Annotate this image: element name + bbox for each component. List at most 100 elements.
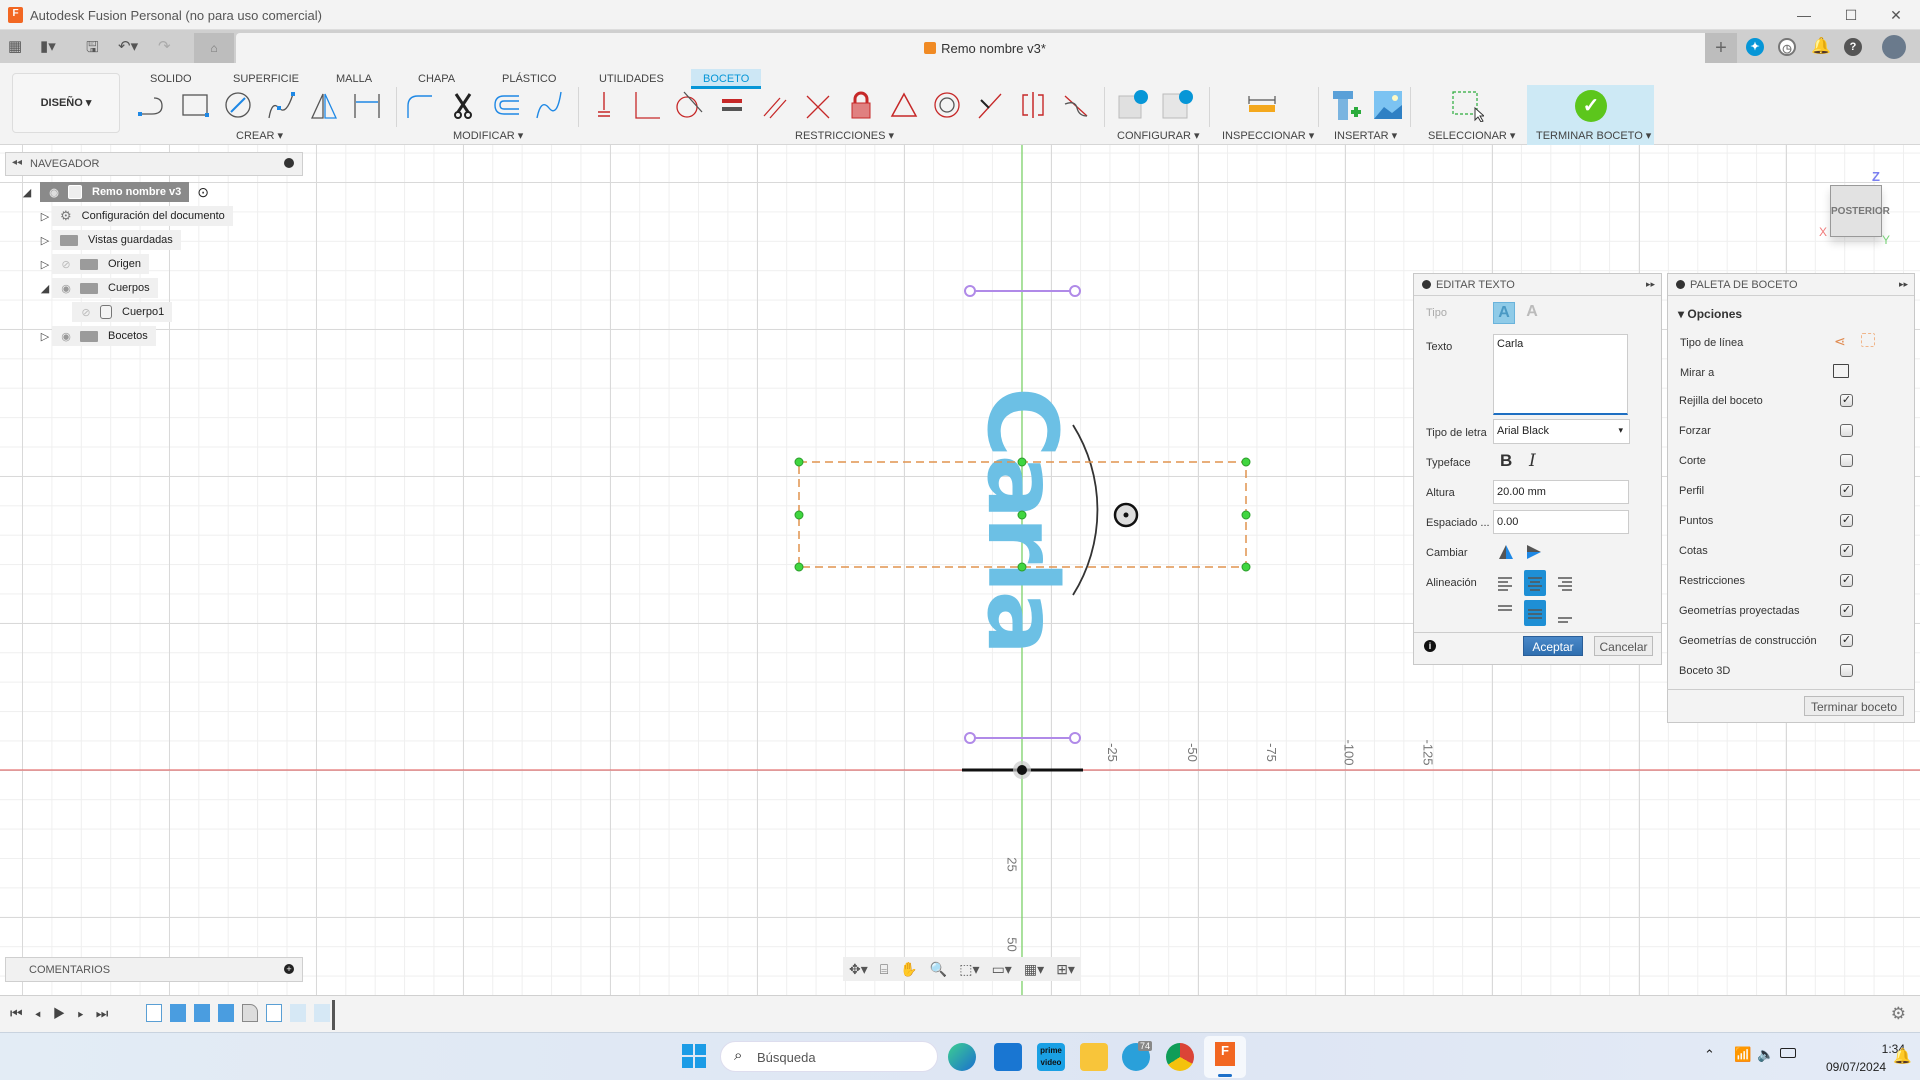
terminar-boceto-menu[interactable]: TERMINAR BOCETO ▾	[1536, 129, 1651, 142]
palette-option-checkbox[interactable]: ✓	[1840, 604, 1853, 617]
chrome-icon[interactable]	[1166, 1043, 1194, 1071]
tree-item[interactable]: ⊘ Cuerpo1	[72, 301, 320, 323]
height-input[interactable]	[1493, 480, 1629, 504]
hidden-eye-icon[interactable]: ⊘	[76, 306, 96, 319]
flip-horizontal-icon[interactable]	[1498, 544, 1514, 563]
step-forward-icon[interactable]: ▸	[77, 1005, 95, 1021]
grid-settings-icon[interactable]: ▦▾	[1024, 961, 1044, 978]
sketch-scale-icon[interactable]	[532, 88, 566, 122]
tab-solido[interactable]: SOLIDO	[138, 69, 204, 89]
expand-toggle-icon[interactable]: ▷	[38, 234, 52, 247]
timeline-suppressed-icon[interactable]	[290, 1004, 306, 1022]
timeline-suppressed-icon[interactable]	[314, 1004, 330, 1022]
line-tool-icon[interactable]	[135, 88, 169, 122]
tree-item[interactable]: ▷ ⊘ Origen	[38, 253, 320, 275]
wifi-icon[interactable]: 📶	[1734, 1046, 1751, 1063]
user-avatar[interactable]	[1882, 35, 1906, 59]
mail-icon[interactable]	[994, 1043, 1022, 1071]
align-top-button[interactable]	[1494, 600, 1516, 626]
timeline-sketch-icon[interactable]	[146, 1004, 162, 1022]
file-explorer-icon[interactable]	[1080, 1043, 1108, 1071]
spacing-input[interactable]	[1493, 510, 1629, 534]
font-select[interactable]: Arial Black ▾	[1493, 419, 1630, 444]
taskbar-search[interactable]: ⌕ Búsqueda	[720, 1041, 938, 1072]
align-bottom-button[interactable]	[1554, 600, 1576, 626]
look-at-icon[interactable]: ⌸	[880, 961, 888, 978]
cancel-button[interactable]: Cancelar	[1594, 636, 1653, 656]
rectangle-tool-icon[interactable]	[178, 88, 212, 122]
mirror-tool-icon[interactable]	[307, 88, 341, 122]
panel-collapse-icon[interactable]	[1676, 280, 1685, 289]
seleccionar-menu[interactable]: SELECCIONAR ▾	[1428, 129, 1515, 142]
hidden-eye-icon[interactable]: ⊘	[56, 258, 76, 271]
align-middle-button[interactable]	[1524, 600, 1546, 626]
tree-item[interactable]: ◢ ◉ Cuerpos	[38, 277, 320, 299]
palette-option-checkbox[interactable]: ✓	[1840, 514, 1853, 527]
parallel-constraint-icon[interactable]	[758, 88, 792, 122]
expand-toggle-icon[interactable]: ▷	[38, 330, 52, 343]
look-at-icon[interactable]	[1833, 364, 1849, 378]
align-right-button[interactable]	[1554, 570, 1576, 596]
home-tab-icon[interactable]: ⌂	[194, 33, 234, 63]
display-settings-icon[interactable]: ▭▾	[992, 961, 1012, 978]
spline-tool-icon[interactable]	[264, 88, 298, 122]
equal-constraint-icon[interactable]	[715, 88, 749, 122]
expand-panel-icon[interactable]: ▸▸	[1646, 279, 1655, 290]
expand-toggle-icon[interactable]: ◢	[38, 282, 52, 295]
go-to-end-icon[interactable]: ⏭	[96, 1005, 121, 1021]
palette-option-checkbox[interactable]: ✓	[1840, 394, 1853, 407]
extensions-icon[interactable]: ✦	[1746, 38, 1764, 56]
viewports-icon[interactable]: ⊞▾	[1056, 961, 1075, 978]
fix-constraint-icon[interactable]	[587, 88, 621, 122]
restricciones-menu[interactable]: RESTRICCIONES ▾	[795, 129, 894, 142]
options-section-toggle[interactable]: ▾ Opciones	[1678, 307, 1742, 321]
modificar-menu[interactable]: MODIFICAR ▾	[453, 129, 523, 142]
fusion-taskbar-button[interactable]: F	[1204, 1036, 1246, 1078]
notifications-bell-icon[interactable]: 🔔	[1811, 38, 1831, 56]
redo-icon[interactable]: ↷	[158, 37, 171, 55]
curvature-constraint-icon[interactable]	[1059, 88, 1093, 122]
timeline-fillet-icon[interactable]	[242, 1004, 258, 1022]
expand-toggle-icon[interactable]: ◢	[20, 186, 34, 199]
timeline-marker[interactable]	[332, 1000, 335, 1030]
align-center-button[interactable]	[1524, 570, 1546, 596]
measure-ruler-icon[interactable]	[1245, 88, 1279, 122]
expand-panel-icon[interactable]: ▸▸	[1899, 279, 1908, 290]
parameters-icon[interactable]	[1116, 88, 1150, 122]
new-tab-button[interactable]: +	[1705, 33, 1737, 63]
tab-superficie[interactable]: SUPERFICIE	[221, 69, 311, 89]
inspeccionar-menu[interactable]: INSPECCIONAR ▾	[1222, 129, 1314, 142]
text-type-path-button[interactable]: A	[1521, 302, 1543, 324]
play-icon[interactable]: ▶	[53, 1005, 78, 1021]
visibility-eye-icon[interactable]: ◉	[56, 282, 76, 295]
perpendicular-constraint-icon[interactable]	[801, 88, 835, 122]
edge-browser-icon[interactable]	[948, 1043, 976, 1071]
palette-option-checkbox[interactable]: ✓	[1840, 484, 1853, 497]
offset-tool-icon[interactable]	[489, 88, 523, 122]
construction-line-type-icon[interactable]: ⋖	[1834, 333, 1846, 350]
trim-scissors-icon[interactable]	[446, 88, 480, 122]
prime-video-icon[interactable]: prime video	[1037, 1043, 1065, 1071]
orbit-icon[interactable]: ✥▾	[849, 961, 868, 978]
job-status-clock-icon[interactable]: ◷	[1778, 38, 1796, 56]
text-type-basic-button[interactable]: A	[1493, 302, 1515, 324]
document-tab[interactable]: Remo nombre v3* ×	[236, 33, 1734, 63]
palette-option-checkbox[interactable]	[1840, 424, 1853, 437]
step-back-icon[interactable]: ◂	[35, 1005, 53, 1021]
info-icon[interactable]: i	[1424, 640, 1436, 652]
tree-item[interactable]: ▷ Vistas guardadas	[38, 229, 320, 251]
finish-sketch-palette-button[interactable]: Terminar boceto	[1804, 696, 1904, 716]
concentric-constraint-icon[interactable]	[930, 88, 964, 122]
help-icon[interactable]: ?	[1844, 38, 1862, 56]
expand-toggle-icon[interactable]: ▷	[38, 210, 52, 223]
tab-boceto[interactable]: BOCETO	[691, 69, 762, 89]
tab-malla[interactable]: MALLA	[324, 69, 384, 89]
file-menu-icon[interactable]: ▮▾	[40, 37, 56, 55]
notification-bell-icon[interactable]: 🔔	[1893, 1047, 1912, 1065]
palette-option-checkbox[interactable]	[1840, 454, 1853, 467]
pan-hand-icon[interactable]: ✋	[900, 961, 917, 978]
dimension-tool-icon[interactable]	[350, 88, 384, 122]
text-input[interactable]: Carla	[1493, 334, 1628, 415]
circle-tool-icon[interactable]	[221, 88, 255, 122]
tree-item[interactable]: ▷ ⚙ Configuración del documento	[38, 205, 320, 227]
